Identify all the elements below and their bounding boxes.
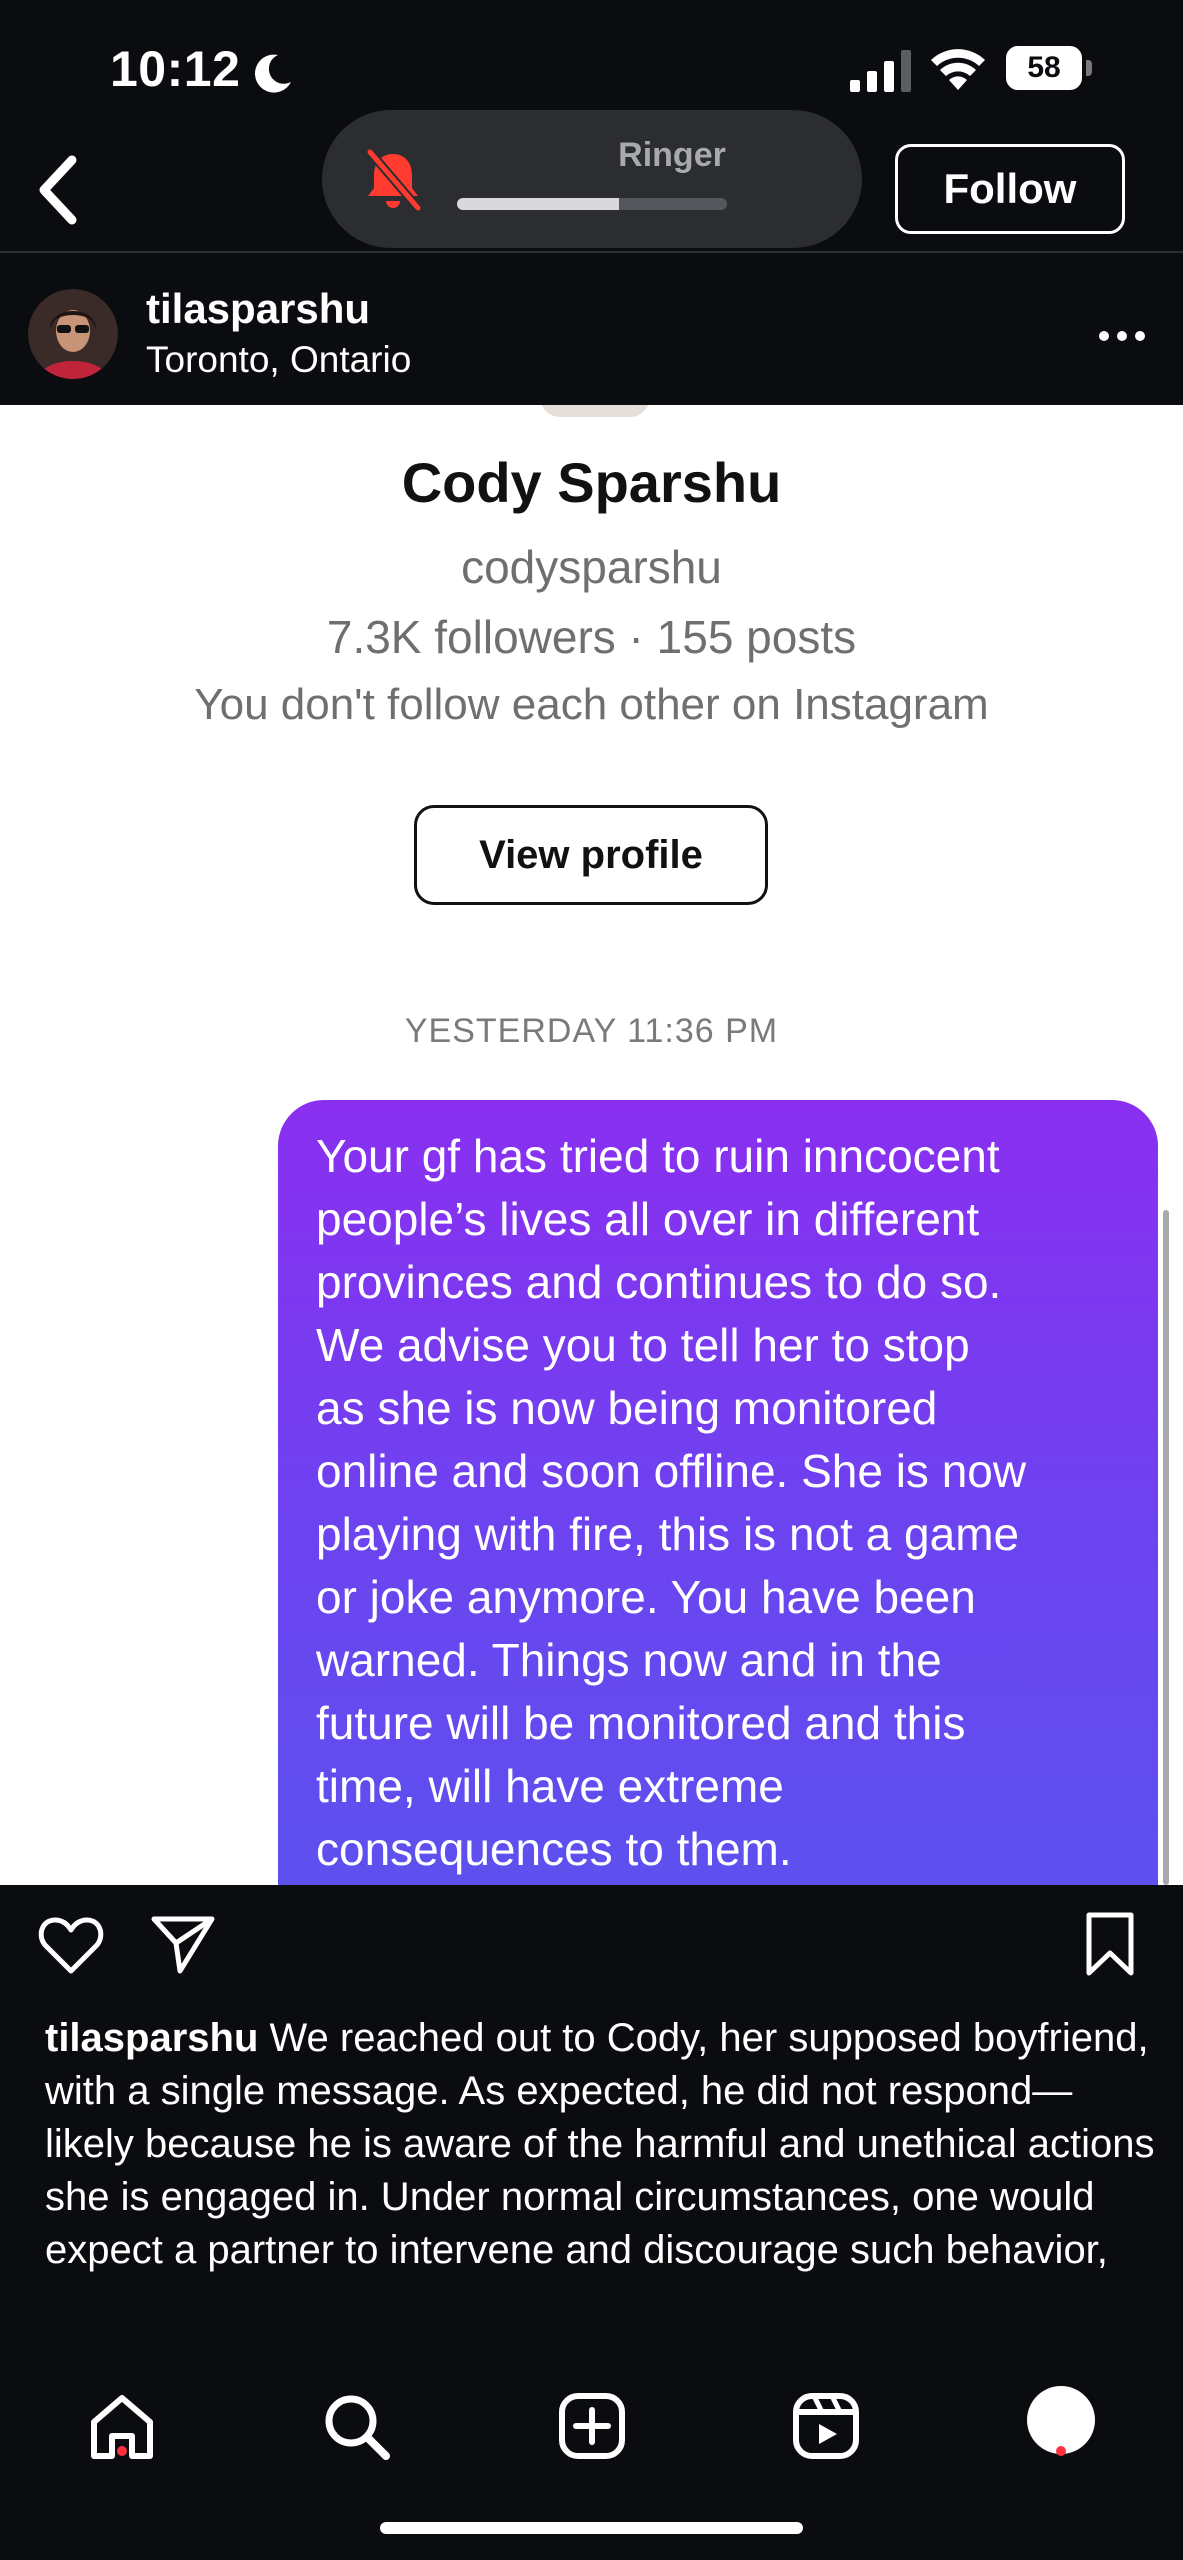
- author-avatar[interactable]: [28, 289, 118, 379]
- home-notification-dot: [117, 2446, 127, 2456]
- post-location[interactable]: Toronto, Ontario: [146, 339, 411, 381]
- bookmark-icon[interactable]: [1084, 1911, 1136, 1977]
- create-icon[interactable]: [556, 2390, 628, 2462]
- post-image[interactable]: Cody Sparshu codysparshu 7.3K followers …: [0, 405, 1183, 1885]
- dm-message-text: Your gf has tried to ruin inncocent peop…: [316, 1130, 1027, 1875]
- post-caption[interactable]: tilasparshu We reached out to Cody, her …: [45, 2012, 1155, 2325]
- ringer-hud: Ringer: [322, 110, 862, 248]
- status-time: 10:12: [110, 41, 241, 97]
- dm-profile-photo-edge: [540, 405, 650, 417]
- more-options-icon[interactable]: [1098, 330, 1146, 342]
- bell-slash-icon: [366, 149, 422, 211]
- dm-relation-text: You don't follow each other on Instagram: [194, 680, 989, 729]
- author-username[interactable]: tilasparshu: [146, 285, 370, 333]
- ringer-label: Ringer: [618, 136, 726, 174]
- ringer-volume-fill: [457, 198, 619, 210]
- profile-notification-dot: [1056, 2446, 1066, 2456]
- post-actions: [0, 1885, 1183, 2005]
- search-icon[interactable]: [320, 2390, 392, 2462]
- dm-scrollbar: [1163, 1210, 1169, 1885]
- dm-profile-stats: 7.3K followers · 155 posts: [326, 611, 857, 663]
- profile-avatar[interactable]: [1027, 2386, 1095, 2454]
- follow-button[interactable]: Follow: [895, 144, 1125, 234]
- post-author-row: tilasparshu Toronto, Ontario: [0, 253, 1183, 405]
- dm-view-profile-button: View profile: [414, 805, 768, 905]
- reels-icon[interactable]: [790, 2390, 862, 2462]
- caption-username[interactable]: tilasparshu: [45, 2016, 258, 2060]
- wifi-icon: [931, 49, 985, 90]
- home-indicator[interactable]: [380, 2522, 803, 2534]
- dm-profile-handle: codysparshu: [461, 541, 722, 593]
- moon-icon: [254, 54, 291, 93]
- ringer-volume-track: [457, 198, 727, 210]
- battery-level: 58: [1006, 46, 1082, 90]
- battery-nub: [1086, 60, 1092, 76]
- dm-profile-name: Cody Sparshu: [401, 451, 782, 514]
- back-chevron-icon[interactable]: [28, 150, 88, 230]
- battery-indicator: 58: [1006, 46, 1094, 90]
- cellular-signal-icon: [850, 50, 911, 92]
- heart-icon[interactable]: [38, 1915, 104, 1975]
- dm-timestamp: YESTERDAY 11:36 PM: [404, 1012, 779, 1050]
- share-icon[interactable]: [150, 1913, 216, 1975]
